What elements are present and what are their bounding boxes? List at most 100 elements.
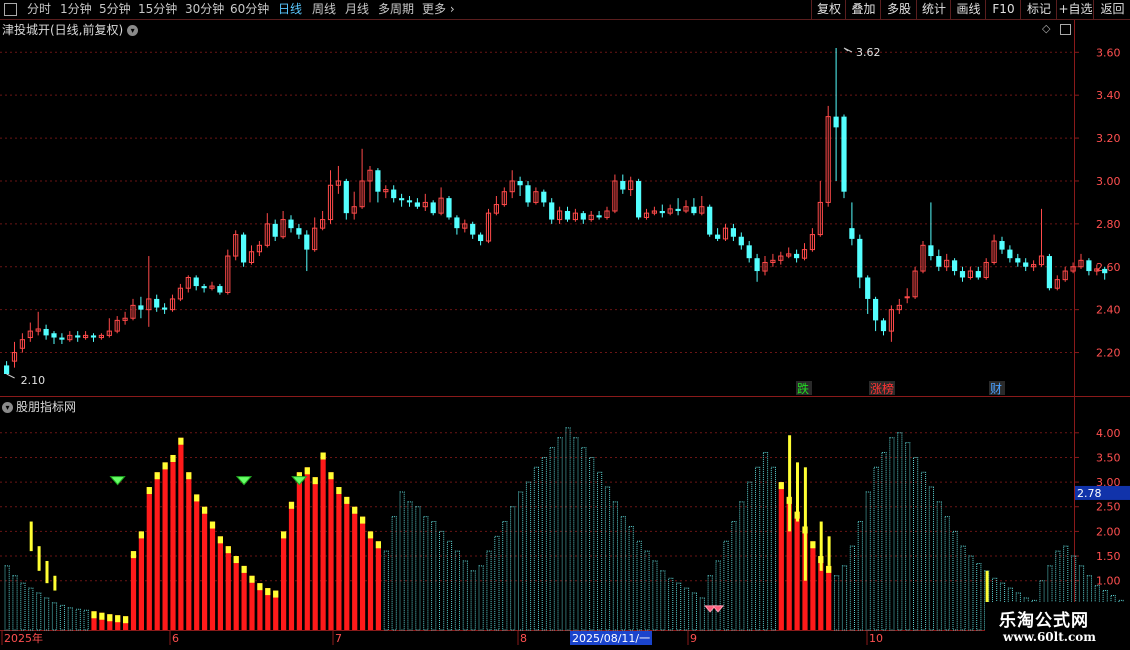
period-tab-3[interactable]: 15分钟: [138, 1, 177, 18]
indicator-bar-outline: [715, 560, 721, 631]
period-tab-0[interactable]: 分时: [27, 1, 51, 18]
candle-body-down: [936, 256, 942, 267]
indicator-bar-outline: [549, 447, 555, 631]
indicator-bar-outline: [691, 592, 697, 631]
kline-chart-canvas[interactable]: 3.60 3.40 3.20 3.00 2.80 2.60 2.40 2.20 4.00 3.50…: [0, 0, 1130, 650]
low-price-label: 2.10: [21, 374, 45, 387]
indicator-bar-red: [217, 536, 223, 630]
indicator-bar-outline: [454, 550, 460, 631]
candle-body-down: [849, 228, 855, 239]
indicator-bar-cap: [115, 615, 121, 623]
indicator-bar-outline: [604, 486, 611, 631]
indicator-spike: [29, 521, 33, 552]
candle-body-down: [1046, 256, 1052, 289]
gem-icon: [235, 476, 253, 486]
layout-toggle-icon[interactable]: [4, 3, 17, 16]
indicator-bar-outline: [707, 575, 713, 631]
indicator-bar-outline: [731, 521, 737, 631]
indicator-bar-outline: [4, 565, 10, 631]
indicator-bar-outline: [51, 602, 58, 631]
indicator-bar-red: [249, 575, 255, 630]
candle-body-down: [580, 213, 586, 220]
indicator-bar-outline: [502, 521, 508, 631]
indicator-bar-cap: [257, 583, 263, 591]
indicator-spike: [803, 467, 807, 581]
diamond-icon[interactable]: ◇: [1042, 22, 1050, 35]
candle-body-down: [375, 170, 381, 192]
indicator-bar-outline: [865, 491, 871, 631]
candle-body-down: [794, 253, 800, 259]
indicator-bar-outline: [668, 577, 674, 631]
indicator-bar-outline: [597, 471, 603, 631]
panel-toggle-icon[interactable]: [1059, 23, 1071, 35]
candle-body-down: [620, 180, 626, 190]
indicator-tick-label: 4.00: [1096, 427, 1121, 440]
period-tab-2[interactable]: 5分钟: [99, 1, 131, 18]
indicator-bar-cap: [170, 454, 176, 462]
period-tab-8[interactable]: 月线: [345, 1, 369, 18]
indicator-bar-outline: [683, 587, 690, 631]
period-tab-7[interactable]: 周线: [312, 1, 336, 18]
indicator-bar-outline: [59, 604, 65, 631]
indicator-bar-red: [154, 472, 160, 630]
toolbar-button-8[interactable]: 返回: [1093, 0, 1130, 19]
indicator-bar-outline: [533, 466, 539, 631]
indicator-bar-outline: [518, 491, 524, 631]
indicator-spike: [819, 521, 823, 571]
toolbar-button-0[interactable]: 复权: [811, 0, 846, 19]
indicator-spike: [45, 560, 49, 584]
candle-body-down: [952, 260, 958, 272]
indicator-bar-outline: [944, 516, 950, 631]
indicator-bar-outline: [889, 437, 895, 631]
indicator-bar-cap: [273, 590, 279, 598]
indicator-bar-outline: [849, 545, 855, 631]
chevron-down-icon[interactable]: ▾: [2, 402, 13, 413]
candle-body-down: [841, 116, 847, 192]
indicator-bar-outline: [36, 592, 42, 631]
price-tick-label: 3.00: [1096, 175, 1121, 188]
candle-body-down: [478, 234, 484, 242]
chevron-down-icon[interactable]: ▾: [127, 25, 139, 36]
toolbar-button-6[interactable]: 标记: [1020, 0, 1057, 19]
indicator-bar-cap: [99, 612, 105, 620]
period-tab-6[interactable]: 日线: [278, 1, 302, 18]
indicator-bar-red: [344, 496, 350, 630]
toolbar-button-1[interactable]: 叠加: [845, 0, 881, 19]
candle-body-down: [707, 206, 713, 235]
indicator-bar-cap: [778, 482, 784, 490]
period-tab-4[interactable]: 30分钟: [185, 1, 224, 18]
indicator-bar-cap: [91, 611, 97, 619]
indicator-bar-outline: [431, 521, 437, 631]
candle-body-down: [636, 180, 642, 218]
event-marker: 跌: [797, 381, 809, 396]
indicator-bar-cap: [281, 531, 287, 539]
indicator-tick-label: 2.00: [1096, 525, 1121, 538]
indicator-panel-title: ▾ 股朋指标网: [2, 398, 76, 415]
watermark-title: 乐淘公式网: [999, 611, 1089, 631]
toolbar-button-5[interactable]: F10: [985, 0, 1021, 19]
indicator-tick-label: 1.50: [1096, 550, 1121, 563]
indicator-bar-red: [257, 583, 263, 630]
indicator-bar-outline: [44, 597, 50, 631]
toolbar-button-2[interactable]: 多股: [880, 0, 917, 19]
indicator-bar-red: [281, 531, 287, 630]
indicator-bar-outline: [644, 550, 650, 631]
period-tab-1[interactable]: 1分钟: [60, 1, 92, 18]
toolbar-button-7[interactable]: +自选: [1056, 0, 1094, 19]
indicator-bar-outline: [834, 575, 840, 631]
indicator-bar-red: [209, 521, 216, 630]
candle-body-down: [430, 202, 436, 214]
period-tab-10[interactable]: 更多 ›: [422, 1, 455, 18]
indicator-bar-outline: [905, 442, 911, 631]
indicator-bar-cap: [209, 521, 216, 529]
candle-body-down: [691, 206, 697, 214]
indicator-bar-red: [794, 511, 800, 630]
period-tab-9[interactable]: 多周期: [378, 1, 414, 18]
period-tab-5[interactable]: 60分钟: [230, 1, 269, 18]
x-axis-label: 6: [172, 632, 179, 645]
toolbar-button-3[interactable]: 统计: [916, 0, 951, 19]
indicator-bar-cap: [352, 506, 358, 514]
indicator-bar-outline: [557, 437, 563, 631]
candle-body-down: [217, 286, 223, 293]
toolbar-button-4[interactable]: 画线: [950, 0, 986, 19]
